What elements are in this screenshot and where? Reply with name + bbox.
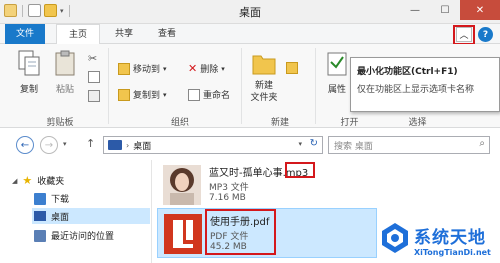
move-to-label: 移动到 (133, 65, 161, 75)
search-placeholder: 搜索 桌面 (334, 141, 373, 152)
file-type: MP3 文件 (209, 183, 249, 193)
group-separator (241, 48, 242, 124)
copy-icon (18, 50, 40, 76)
new-folder-button[interactable]: 新建 文件夹 (246, 50, 282, 104)
back-arrow-icon: ← (20, 139, 30, 151)
address-bar[interactable]: › 桌面 ▾ ↻ (103, 136, 323, 154)
star-icon: ★ (22, 174, 33, 187)
paste-shortcut-button[interactable] (88, 90, 100, 102)
forward-button[interactable]: → (40, 136, 58, 154)
copy-label: 复制 (19, 85, 38, 95)
pdf-file-icon (164, 214, 202, 254)
nav-label: 收藏夹 (37, 177, 65, 187)
minimize-ribbon-tooltip: 最小化功能区(Ctrl+F1) 仅在功能区上显示选项卡名称 (350, 57, 500, 112)
paste-button[interactable]: 粘贴 (50, 50, 80, 95)
scissors-icon: ✂ (88, 52, 98, 65)
up-button[interactable]: ↑ (86, 137, 95, 150)
delete-button[interactable]: ✕ 删除 ▾ (188, 62, 225, 75)
folder-copy-icon (118, 88, 130, 101)
chevron-down-icon: ▾ (163, 90, 167, 99)
help-icon[interactable]: ? (478, 27, 493, 42)
move-to-button[interactable]: 移动到 ▾ (118, 62, 167, 75)
file-size: 7.16 MB (209, 193, 246, 203)
watermark-url: XiTongTianDi.net (414, 248, 491, 257)
highlight-box (285, 162, 315, 178)
chevron-right-icon[interactable]: › (126, 141, 129, 150)
minimize-icon[interactable]: — (400, 0, 430, 20)
paste-icon (55, 50, 75, 76)
new-folder-label: 新建 文件夹 (250, 81, 278, 103)
close-icon[interactable]: ✕ (460, 0, 500, 20)
clipboard-group-label: 剪贴板 (46, 118, 74, 128)
group-separator (315, 48, 316, 124)
copy-button[interactable]: 复制 (14, 50, 44, 95)
chevron-down-icon: ▾ (163, 64, 167, 73)
nav-item-favorites[interactable]: ◢ ★ 收藏夹 (12, 174, 64, 187)
nav-item-desktop[interactable]: 桌面 (32, 208, 150, 224)
paste-label: 粘贴 (55, 85, 74, 95)
maximize-icon[interactable]: ☐ (430, 0, 460, 20)
new-item-icon (286, 62, 298, 74)
ribbon-tab-bar: 文件 主页 共享 查看 ︿ ? (0, 24, 500, 45)
desktop-icon (108, 140, 122, 150)
recent-locations-dropdown[interactable]: ▾ (63, 140, 67, 148)
new-folder-icon (252, 55, 276, 75)
watermark-title: 系统天地 (414, 228, 486, 248)
open-group-label: 打开 (340, 118, 359, 128)
nav-label: 下载 (51, 195, 70, 205)
forward-arrow-icon: → (44, 139, 54, 151)
navigation-pane: ◢ ★ 收藏夹 下载 桌面 最近访问的位置 (0, 160, 152, 263)
search-input[interactable]: 搜索 桌面 ⌕ (328, 136, 490, 154)
paste-shortcut-icon (88, 90, 100, 102)
chevron-down-icon[interactable]: ◢ (12, 177, 17, 185)
rename-icon (188, 88, 200, 101)
delete-label: 删除 (200, 65, 219, 75)
rename-label: 重命名 (203, 91, 231, 101)
back-button[interactable]: ← (16, 136, 34, 154)
rename-button[interactable]: 重命名 (188, 88, 230, 101)
up-arrow-icon: ↑ (86, 137, 96, 150)
copy-path-icon (88, 71, 100, 83)
tab-home[interactable]: 主页 (56, 24, 100, 45)
watermark-logo (382, 223, 408, 253)
copy-to-label: 复制到 (133, 91, 161, 101)
tab-file[interactable]: 文件 (5, 24, 45, 44)
nav-item-downloads[interactable]: 下载 (34, 192, 69, 205)
select-group-label: 选择 (408, 118, 427, 128)
properties-button[interactable]: 属性 (322, 50, 352, 95)
highlight-box (205, 209, 276, 255)
chevron-down-icon: ▾ (221, 64, 225, 73)
group-separator (108, 48, 109, 124)
chevron-down-icon[interactable]: ▾ (298, 140, 302, 148)
delete-icon: ✕ (188, 62, 198, 75)
properties-label: 属性 (327, 85, 346, 95)
nav-label: 最近访问的位置 (51, 232, 115, 242)
desktop-icon (34, 211, 46, 221)
search-icon[interactable]: ⌕ (479, 138, 485, 149)
nav-label: 桌面 (51, 212, 70, 223)
cut-button[interactable]: ✂ (88, 52, 97, 65)
downloads-icon (34, 192, 46, 205)
tooltip-title: 最小化功能区(Ctrl+F1) (357, 67, 458, 77)
tab-share[interactable]: 共享 (107, 24, 141, 44)
copy-path-button[interactable] (88, 71, 100, 83)
refresh-icon[interactable]: ↻ (310, 138, 318, 149)
recent-places-icon (34, 229, 46, 242)
window-controls: — ☐ ✕ (400, 0, 500, 20)
album-art-thumbnail (163, 165, 201, 205)
highlight-box (453, 25, 475, 45)
properties-icon (327, 52, 347, 76)
title-bar: ▾ 桌面 — ☐ ✕ (0, 0, 500, 24)
new-item-button[interactable] (286, 62, 298, 74)
watermark: 系统天地 XiTongTianDi.net (372, 215, 500, 263)
tab-view[interactable]: 查看 (150, 24, 184, 44)
organize-group-label: 组织 (170, 118, 189, 128)
nav-item-recent[interactable]: 最近访问的位置 (34, 229, 114, 242)
folder-move-icon (118, 62, 130, 75)
address-path[interactable]: 桌面 (133, 139, 151, 152)
copy-to-button[interactable]: 复制到 ▾ (118, 88, 167, 101)
tooltip-body: 仅在功能区上显示选项卡名称 (357, 85, 475, 95)
new-group-label: 新建 (270, 118, 289, 128)
list-item[interactable]: 蓝又时-孤单心事.mp3 MP3 文件 7.16 MB (157, 160, 377, 210)
